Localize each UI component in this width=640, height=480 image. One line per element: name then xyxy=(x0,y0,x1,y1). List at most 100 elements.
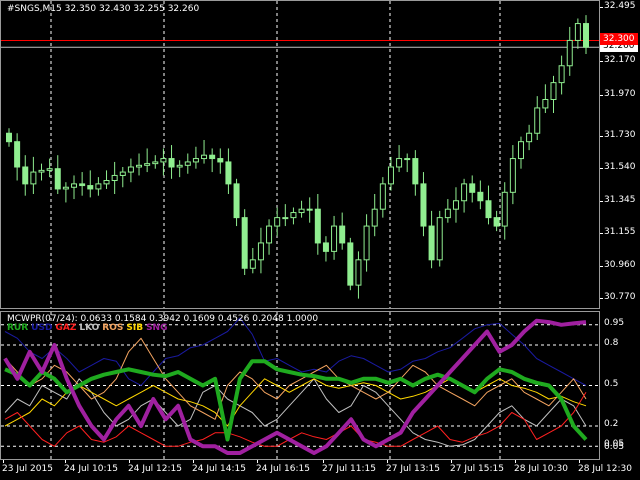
candle-body xyxy=(225,161,232,185)
trading-chart-window: #SNGS,M15 32.350 32.430 32.255 32.260 32… xyxy=(0,0,640,480)
price-tick-mark xyxy=(600,61,603,63)
candle-body xyxy=(54,168,61,190)
candle-body xyxy=(111,174,118,181)
candle-body xyxy=(192,158,199,163)
legend-item-rur: RUR xyxy=(7,323,29,333)
price-scale[interactable]: 32.495 32.260 32.170 31.970 31.730 31.540 31.3… xyxy=(600,0,640,310)
candle-body xyxy=(542,99,549,109)
candle-body xyxy=(22,166,29,185)
candle-body xyxy=(152,161,159,165)
candle-body xyxy=(436,217,443,261)
price-chart-canvas[interactable] xyxy=(1,1,601,310)
price-tick-label: 31.970 xyxy=(604,89,636,100)
candle-body xyxy=(396,158,403,168)
candle-body xyxy=(201,154,208,160)
indicator-tick-label: 0.05 xyxy=(604,441,625,452)
price-tick-mark xyxy=(600,135,603,137)
candle-body xyxy=(322,242,329,252)
time-tick-mark xyxy=(387,460,388,463)
time-tick-label: 28 Jul 12:30 xyxy=(578,464,632,474)
candle-body xyxy=(550,82,557,100)
time-tick-label: 24 Jul 14:15 xyxy=(192,464,246,474)
candle-body xyxy=(46,168,53,171)
chart-info-header: #SNGS,M15 32.350 32.430 32.255 32.260 xyxy=(7,4,199,14)
price-tick-label: 32.170 xyxy=(604,55,636,66)
indicator-scale[interactable]: 0.95 0.8 0.5 0.2 0.05 0.05 xyxy=(600,311,640,461)
price-tick-mark xyxy=(600,232,603,234)
candle-body xyxy=(355,259,362,286)
candle-body xyxy=(461,183,468,202)
indicator-tick-label: 0.2 xyxy=(604,419,619,429)
candle-body xyxy=(14,141,21,168)
legend-item-lko: LKO xyxy=(79,323,100,333)
candle-body xyxy=(274,217,281,227)
candle-body xyxy=(62,186,69,190)
time-tick-label: 23 Jul 2015 xyxy=(2,464,53,474)
price-tick-mark xyxy=(600,265,603,267)
time-tick-label: 28 Jul 10:30 xyxy=(514,464,568,474)
time-tick-mark xyxy=(515,460,516,463)
legend-item-ros: ROS xyxy=(102,323,124,333)
candle-body xyxy=(184,161,191,166)
price-chart-pane[interactable]: #SNGS,M15 32.350 32.430 32.255 32.260 xyxy=(0,0,600,309)
time-tick-mark xyxy=(451,460,452,463)
candle-body xyxy=(534,107,541,134)
candle-body xyxy=(127,166,134,173)
legend-item-gaz: GAZ xyxy=(55,323,77,333)
indicator-canvas[interactable] xyxy=(1,312,601,461)
indicator-legend: RUR USD GAZ LKO ROS SIB SNG xyxy=(7,323,170,333)
candle-body xyxy=(103,180,110,185)
candle-body xyxy=(371,208,378,227)
time-tick-label: 27 Jul 11:15 xyxy=(322,464,376,474)
price-tick-mark xyxy=(600,297,603,299)
candle-body xyxy=(71,183,78,188)
candle-body xyxy=(485,200,492,219)
candle-body xyxy=(347,242,354,286)
series-line-sng xyxy=(3,318,587,455)
candle-body xyxy=(566,39,573,67)
time-tick-mark xyxy=(129,460,130,463)
ask-price-tag: 32.300 xyxy=(600,33,638,46)
price-tick-label: 30.960 xyxy=(604,259,636,270)
candle-body xyxy=(583,23,589,48)
candle-body xyxy=(209,154,216,160)
time-tick-label: 27 Jul 13:15 xyxy=(386,464,440,474)
candle-body xyxy=(241,217,248,269)
candle-body xyxy=(306,208,313,211)
time-tick-mark xyxy=(65,460,66,463)
time-tick-label: 24 Jul 10:15 xyxy=(64,464,118,474)
candle-body xyxy=(501,191,508,227)
candle-body xyxy=(249,259,256,269)
candle-body xyxy=(136,164,143,168)
indicator-pane[interactable]: MCWPR(07/24): 0.0633 0.1584 0.3942 0.160… xyxy=(0,311,600,460)
series-line-gaz xyxy=(4,392,587,447)
price-tick-mark xyxy=(600,6,603,8)
indicator-tick-label: 0.8 xyxy=(604,338,619,348)
candle-body xyxy=(420,183,427,227)
ohlc-values: 32.350 32.430 32.255 32.260 xyxy=(64,4,200,14)
indicator-tick-label: 0.5 xyxy=(604,378,619,389)
candle-body xyxy=(509,158,516,193)
time-tick-mark xyxy=(257,460,258,463)
candle-body xyxy=(266,225,273,244)
price-tick-mark xyxy=(600,95,603,97)
candle-body xyxy=(477,191,484,202)
candle-body xyxy=(404,158,411,161)
candle-body xyxy=(298,208,305,214)
candle-body xyxy=(257,242,264,261)
candle-body xyxy=(6,132,12,143)
time-axis[interactable]: 23 Jul 2015 24 Jul 10:15 24 Jul 12:15 24 Ju… xyxy=(0,460,640,480)
price-tick-label: 31.540 xyxy=(604,161,636,172)
candle-body xyxy=(469,183,476,193)
candle-body xyxy=(339,225,346,244)
candle-body xyxy=(38,169,45,173)
symbol-timeframe: #SNGS,M15 xyxy=(7,4,62,14)
candle-body xyxy=(160,158,167,163)
candle-body xyxy=(387,166,394,185)
candle-body xyxy=(412,158,419,185)
candle-body xyxy=(493,217,500,227)
time-tick-mark xyxy=(193,460,194,463)
candle-body xyxy=(144,163,151,166)
time-tick-mark xyxy=(579,460,580,463)
candle-body xyxy=(168,158,175,168)
